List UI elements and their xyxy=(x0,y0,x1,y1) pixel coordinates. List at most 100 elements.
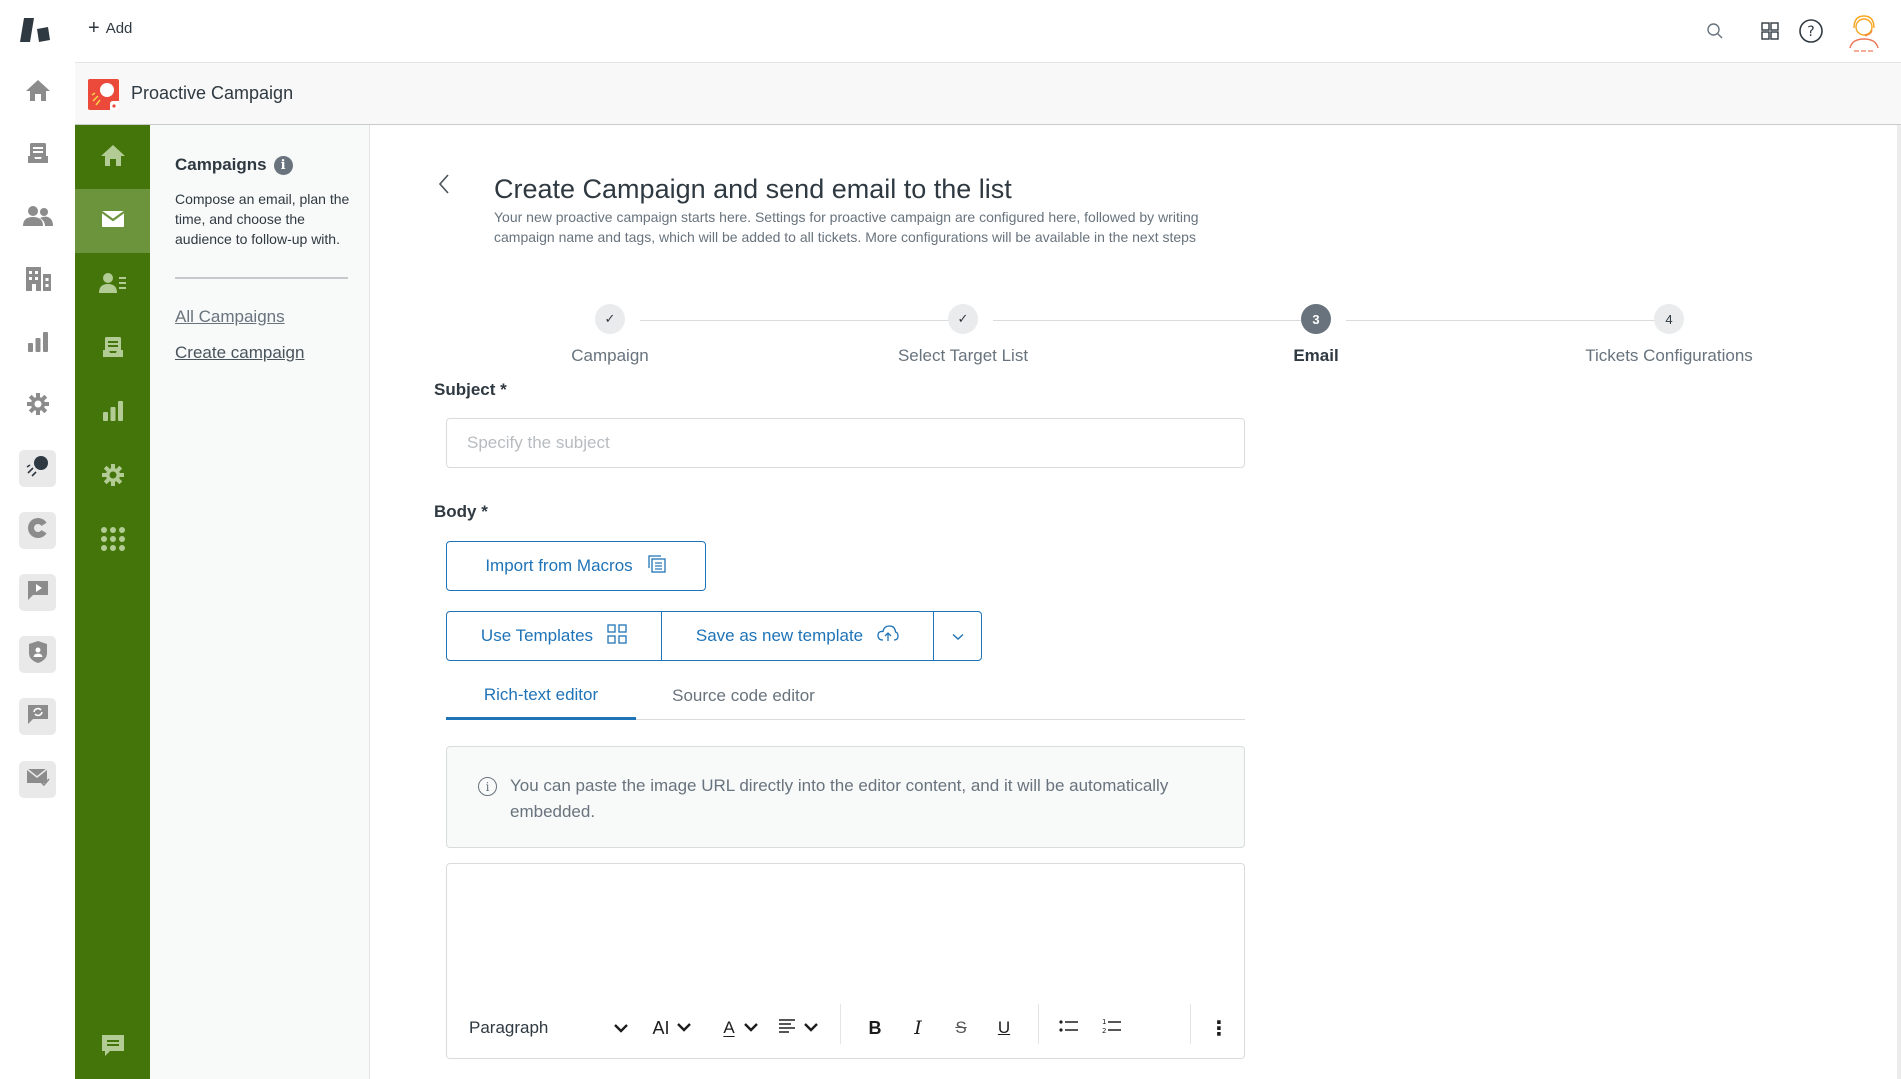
use-templates-button[interactable]: Use Templates xyxy=(447,612,662,660)
rail-item-reporting[interactable] xyxy=(19,326,56,363)
step-tickets-configurations[interactable]: 4 Tickets Configurations xyxy=(1569,304,1769,366)
add-button[interactable]: + Add xyxy=(88,18,132,38)
app-nav-settings[interactable] xyxy=(75,445,150,509)
top-bar: + Add ? xyxy=(0,0,1901,62)
link-all-campaigns[interactable]: All Campaigns xyxy=(175,307,285,327)
toolbar-divider xyxy=(840,1004,841,1044)
template-options-dropdown[interactable] xyxy=(934,612,981,660)
rail-item-customers[interactable] xyxy=(19,200,56,237)
notice-text: You can paste the image URL directly int… xyxy=(510,776,1169,821)
info-icon[interactable]: i xyxy=(273,155,293,175)
link-create-campaign[interactable]: Create campaign xyxy=(175,343,304,363)
admin-settings-icon xyxy=(26,392,50,421)
more-options-button[interactable]: ⋮ xyxy=(1207,1010,1231,1046)
page-description: Your new proactive campaign starts here.… xyxy=(494,209,1199,245)
panel-description: Compose an email, plan the time, and cho… xyxy=(175,191,350,247)
step-campaign[interactable]: ✓ Campaign xyxy=(510,304,710,366)
gear-icon xyxy=(101,463,125,492)
bold-button[interactable]: B xyxy=(859,1010,891,1046)
app-sidebar xyxy=(75,125,150,1079)
wizard-stepper: ✓ Campaign ✓ Select Target List 3 Email … xyxy=(540,304,1840,374)
back-button[interactable] xyxy=(432,173,456,199)
chevron-left-icon xyxy=(437,173,451,200)
subject-input[interactable] xyxy=(446,418,1245,468)
proactive-campaign-logo xyxy=(88,79,119,110)
step-label: Select Target List xyxy=(897,346,1029,365)
alignment-select[interactable] xyxy=(775,1010,823,1046)
reporting-icon xyxy=(27,331,49,358)
italic-button[interactable]: I xyxy=(902,1010,934,1046)
app-header: Proactive Campaign xyxy=(75,62,1901,125)
block-format-select[interactable]: Paragraph xyxy=(469,1010,629,1046)
tab-rich-text-editor[interactable]: Rich-text editor xyxy=(446,672,636,720)
home-icon xyxy=(99,143,127,172)
app-title: Proactive Campaign xyxy=(131,83,294,103)
editor-content-area[interactable] xyxy=(447,864,1244,994)
help-icon[interactable]: ? xyxy=(1796,16,1826,46)
app-nav-reports[interactable] xyxy=(75,381,150,445)
tab-source-code-editor[interactable]: Source code editor xyxy=(646,672,841,720)
home-icon xyxy=(25,78,51,107)
cloud-upload-icon xyxy=(877,624,899,648)
page-title: Create Campaign and send email to the li… xyxy=(494,174,1012,204)
bulleted-list-button[interactable] xyxy=(1052,1010,1086,1046)
contacts-list-icon xyxy=(98,271,127,300)
app-nav-tickets[interactable] xyxy=(75,317,150,381)
step-label: Campaign xyxy=(571,346,649,365)
step-select-target-list[interactable]: ✓ Select Target List xyxy=(863,304,1063,366)
import-from-macros-label: Import from Macros xyxy=(485,556,633,575)
macros-icon xyxy=(647,554,667,579)
reporting-icon xyxy=(102,400,124,427)
mail-icon xyxy=(100,210,125,233)
import-from-macros-button[interactable]: Import from Macros xyxy=(446,541,706,591)
svg-text:1: 1 xyxy=(1102,1018,1106,1026)
font-size-icon: AI xyxy=(652,1017,670,1038)
campaigns-panel: Campaigns i Compose an email, plan the t… xyxy=(150,125,370,1079)
underline-button[interactable]: U xyxy=(988,1010,1020,1046)
editor-tabs: Rich-text editor Source code editor xyxy=(446,672,1245,720)
svg-text:?: ? xyxy=(1807,24,1814,40)
rail-item-app-video-chat[interactable] xyxy=(19,574,56,611)
strikethrough-button[interactable]: S xyxy=(945,1010,977,1046)
app-refresh-chat-icon xyxy=(26,702,50,731)
search-icon[interactable] xyxy=(1700,16,1730,46)
agent-avatar[interactable] xyxy=(1846,12,1882,52)
rail-item-app-mail-check[interactable] xyxy=(19,761,56,798)
rail-item-tickets[interactable] xyxy=(19,137,56,174)
page-scrollbar[interactable] xyxy=(1897,125,1901,1079)
font-color-select[interactable]: A xyxy=(717,1010,765,1046)
chevron-down-icon xyxy=(952,626,964,646)
save-as-new-template-button[interactable]: Save as new template xyxy=(662,612,934,660)
add-button-label: Add xyxy=(105,19,133,37)
step-email[interactable]: 3 Email xyxy=(1216,304,1416,366)
rail-item-proactive-campaign[interactable] xyxy=(19,450,56,487)
zendesk-logo[interactable] xyxy=(20,16,54,46)
rail-item-app-shield[interactable] xyxy=(19,636,56,673)
toolbar-divider xyxy=(1038,1004,1039,1044)
organizations-icon xyxy=(24,266,52,297)
app-nav-contacts[interactable] xyxy=(75,253,150,317)
panel-title: Campaigns i xyxy=(175,155,293,175)
font-size-select[interactable]: AI xyxy=(645,1010,699,1046)
step-label: Tickets Configurations xyxy=(1585,346,1753,365)
panel-title-text: Campaigns xyxy=(175,155,267,174)
chat-icon xyxy=(101,1033,125,1062)
save-template-label: Save as new template xyxy=(695,626,864,645)
rail-item-organizations[interactable] xyxy=(19,263,56,300)
numbered-list-button[interactable]: 12 xyxy=(1095,1010,1129,1046)
rail-item-home[interactable] xyxy=(19,74,56,111)
plus-icon: + xyxy=(88,17,100,39)
app-nav-chat[interactable] xyxy=(75,1015,150,1079)
info-icon: i xyxy=(478,777,497,796)
product-nav-rail xyxy=(0,62,75,1079)
app-nav-apps[interactable] xyxy=(75,509,150,573)
rail-item-app-refresh-chat[interactable] xyxy=(19,698,56,735)
apps-grid-icon[interactable] xyxy=(1755,16,1785,46)
rail-item-admin[interactable] xyxy=(19,388,56,425)
subject-label: Subject * xyxy=(434,380,507,399)
app-mail-check-icon xyxy=(26,767,50,792)
app-nav-campaigns[interactable] xyxy=(75,189,150,253)
rail-item-app-pie[interactable] xyxy=(19,512,56,549)
app-nav-home[interactable] xyxy=(75,125,150,189)
app-video-chat-icon xyxy=(26,578,50,607)
